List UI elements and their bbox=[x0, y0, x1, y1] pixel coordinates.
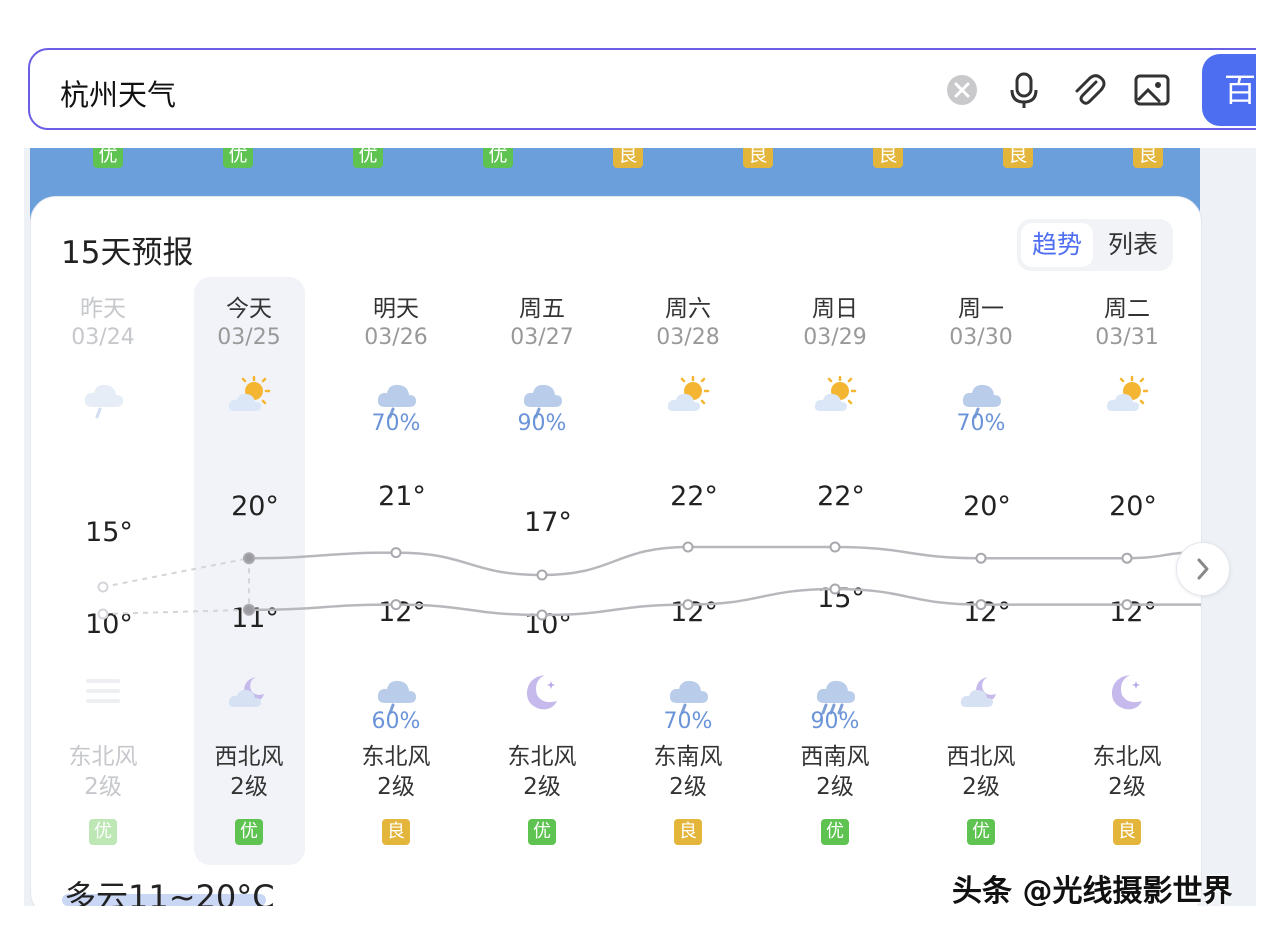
night-precipitation: 60% bbox=[371, 709, 421, 734]
high-temp-point bbox=[1121, 552, 1133, 564]
night-precipitation: 70% bbox=[663, 709, 713, 734]
day-label: 明天 bbox=[373, 296, 419, 322]
watermark: 头条 @光线摄影世界 bbox=[952, 874, 1233, 906]
moon-star-icon bbox=[1104, 669, 1150, 719]
day-precipitation: 70% bbox=[371, 411, 421, 436]
night-precipitation: 90% bbox=[810, 709, 860, 734]
low-temperature: 12° bbox=[378, 597, 426, 628]
high-temp-point bbox=[390, 547, 402, 559]
wind-level: 2级 bbox=[523, 774, 561, 800]
day-label: 昨天 bbox=[80, 296, 126, 322]
search-input[interactable]: 杭州天气 bbox=[28, 48, 1256, 130]
wind-direction: 东北风 bbox=[1092, 744, 1162, 770]
wind-level: 2级 bbox=[84, 774, 122, 800]
wind-direction: 西北风 bbox=[214, 744, 284, 770]
wind-direction: 东北风 bbox=[68, 744, 138, 770]
wind-level: 2级 bbox=[377, 774, 415, 800]
aqi-badge: 优 bbox=[89, 819, 117, 845]
rain-cloud-icon bbox=[80, 373, 126, 423]
low-temperature: 12° bbox=[963, 597, 1011, 628]
date-label: 03/28 bbox=[656, 325, 720, 350]
attachment-icon[interactable] bbox=[1066, 68, 1110, 112]
wind-direction: 东北风 bbox=[361, 744, 431, 770]
date-label: 03/25 bbox=[217, 325, 281, 350]
low-temperature: 12° bbox=[1109, 597, 1157, 628]
day-precipitation: 90% bbox=[517, 411, 567, 436]
date-label: 03/29 bbox=[803, 325, 867, 350]
microphone-icon[interactable] bbox=[1002, 68, 1046, 112]
low-temperature: 15° bbox=[817, 583, 865, 614]
day-label: 周一 bbox=[958, 296, 1004, 322]
haze-icon bbox=[80, 669, 126, 719]
low-temperature: 11° bbox=[231, 603, 279, 634]
image-search-icon[interactable] bbox=[1130, 68, 1174, 112]
weather-frame: 优优优优良良良良良 15天预报 趋势 列表 昨天 03/24 15° 10° 东北风 2级… bbox=[24, 24, 1256, 906]
aqi-badge: 优 bbox=[235, 819, 263, 845]
tab-trend[interactable]: 趋势 bbox=[1021, 223, 1093, 267]
high-temperature: 20° bbox=[1109, 491, 1157, 522]
partly-sunny-icon bbox=[1104, 373, 1150, 423]
wind-direction: 西南风 bbox=[800, 744, 870, 770]
wind-level: 2级 bbox=[230, 774, 268, 800]
high-temperature: 22° bbox=[670, 481, 718, 512]
wind-level: 2级 bbox=[669, 774, 707, 800]
aqi-badge: 良 bbox=[382, 819, 410, 845]
high-temp-point bbox=[97, 581, 109, 593]
high-temperature: 22° bbox=[817, 481, 865, 512]
aqi-badge: 良 bbox=[1113, 819, 1141, 845]
weather-summary: 多云11~20°C bbox=[64, 878, 275, 906]
wind-level: 2级 bbox=[962, 774, 1000, 800]
high-temp-line bbox=[248, 545, 1201, 577]
search-query[interactable]: 杭州天气 bbox=[60, 72, 176, 114]
high-temp-point bbox=[536, 569, 548, 581]
day-label: 周日 bbox=[812, 296, 858, 322]
day-precipitation: 70% bbox=[956, 411, 1006, 436]
forecast-card: 15天预报 趋势 列表 昨天 03/24 15° 10° 东北风 2级优 今天 03/25 20… bbox=[30, 196, 1202, 906]
wind-level: 2级 bbox=[816, 774, 854, 800]
partly-sunny-icon bbox=[665, 373, 711, 423]
high-temperature: 20° bbox=[231, 491, 279, 522]
search-bar: 杭州天气 百 bbox=[24, 24, 1256, 148]
partly-sunny-icon bbox=[812, 373, 858, 423]
low-temperature: 12° bbox=[670, 597, 718, 628]
aqi-badge: 优 bbox=[821, 819, 849, 845]
low-temperature: 10° bbox=[524, 609, 572, 640]
partly-sunny-icon bbox=[226, 373, 272, 423]
high-temperature: 21° bbox=[378, 481, 426, 512]
wind-level: 2级 bbox=[1108, 774, 1146, 800]
moon-cloud-icon bbox=[958, 669, 1004, 719]
day-label: 周二 bbox=[1104, 296, 1150, 322]
wind-direction: 东南风 bbox=[653, 744, 723, 770]
high-temp-point bbox=[682, 541, 694, 553]
day-label: 周六 bbox=[665, 296, 711, 322]
high-temperature: 17° bbox=[524, 507, 572, 538]
high-temp-point bbox=[829, 541, 841, 553]
high-temperature: 20° bbox=[963, 491, 1011, 522]
date-label: 03/26 bbox=[364, 325, 428, 350]
clear-icon[interactable] bbox=[940, 68, 984, 112]
date-label: 03/27 bbox=[510, 325, 574, 350]
chevron-right-icon bbox=[1197, 558, 1209, 580]
moon-cloud-icon bbox=[226, 669, 272, 719]
wind-direction: 西北风 bbox=[946, 744, 1016, 770]
aqi-badge: 优 bbox=[967, 819, 995, 845]
aqi-badge: 良 bbox=[674, 819, 702, 845]
high-temp-point bbox=[975, 552, 987, 564]
day-label: 周五 bbox=[519, 296, 565, 322]
wind-direction: 东北风 bbox=[507, 744, 577, 770]
card-title: 15天预报 bbox=[61, 235, 194, 271]
tab-list[interactable]: 列表 bbox=[1097, 223, 1169, 267]
view-toggle[interactable]: 趋势 列表 bbox=[1017, 219, 1173, 271]
search-button[interactable]: 百 bbox=[1202, 54, 1256, 126]
moon-star-icon bbox=[519, 669, 565, 719]
aqi-badge: 优 bbox=[528, 819, 556, 845]
day-label: 今天 bbox=[226, 296, 272, 322]
next-button[interactable] bbox=[1176, 542, 1230, 596]
date-label: 03/31 bbox=[1095, 325, 1159, 350]
date-label: 03/24 bbox=[71, 325, 135, 350]
low-temperature: 10° bbox=[85, 609, 133, 640]
date-label: 03/30 bbox=[949, 325, 1013, 350]
high-temperature: 15° bbox=[85, 517, 133, 548]
